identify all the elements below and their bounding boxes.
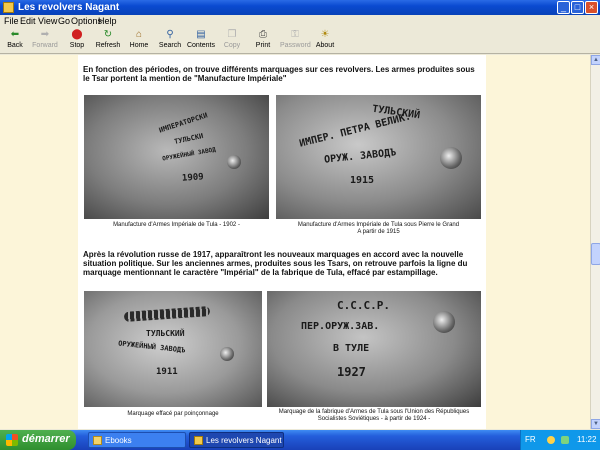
language-indicator[interactable]: FR xyxy=(525,430,536,450)
password-button[interactable]: ⚿ Password xyxy=(280,29,311,53)
password-icon: ⚿ xyxy=(291,29,299,40)
copy-button[interactable]: ❐ Copy xyxy=(217,29,247,53)
engraving-line: ОРУЖ. ЗАВОДЪ xyxy=(323,147,397,166)
photo-ussr-1927: С.С.С.Р. ПЕР.ОРУЖ.ЗАВ. В ТУЛЕ 1927 xyxy=(267,291,481,407)
photo-caption: Manufacture d'Armes Impériale de Tula - … xyxy=(113,222,240,228)
photo-caption: Marquage effacé par poinçonnage xyxy=(127,411,219,417)
search-button[interactable]: ⚲ Search xyxy=(155,29,185,53)
about-icon: ☀ xyxy=(320,29,330,40)
copy-icon: ❐ xyxy=(227,29,237,40)
photo-caption: Marquage de la fabrique d'Armes de Tula … xyxy=(278,409,470,422)
engraving-line: ТУЛЬСКИ xyxy=(173,132,205,146)
scroll-down-button[interactable]: ▼ xyxy=(591,419,600,429)
stop-button[interactable]: ⬤ Stop xyxy=(62,29,92,53)
maximize-button[interactable]: □ xyxy=(571,1,584,14)
menu-help[interactable]: Help xyxy=(98,16,117,27)
forward-button[interactable]: ➡ Forward xyxy=(30,29,60,53)
print-icon: ⎙ xyxy=(259,29,267,40)
taskbar-item-revolvers[interactable]: Les revolvers Nagant xyxy=(189,432,284,448)
stamped-out-line xyxy=(123,306,211,322)
photo-imperial-1915: ТУЛЬСКИЙ ИМПЕР. ПЕТРА ВЕЛИК. ОРУЖ. ЗАВОД… xyxy=(276,95,481,219)
menu-view[interactable]: View xyxy=(38,16,57,27)
back-button[interactable]: ⬅ Back xyxy=(0,29,30,53)
minimize-button[interactable]: _ xyxy=(557,1,570,14)
toolbar: ⬅ Back ➡ Forward ⬤ Stop ↻ Refresh ⌂ Home… xyxy=(0,28,600,54)
tray-app-icon[interactable] xyxy=(547,436,555,444)
menu-go[interactable]: Go xyxy=(58,16,70,27)
print-button[interactable]: ⎙ Print xyxy=(248,29,278,53)
engraving-line: С.С.С.Р. xyxy=(337,299,390,312)
back-arrow-icon: ⬅ xyxy=(10,29,20,40)
photo-erased-marking: ТУЛЬСКИЙ ОРУЖЕЙНЫЙ ЗАВОДЪ 1911 xyxy=(84,291,262,407)
volume-icon[interactable] xyxy=(561,436,569,444)
engraving-line: ОРУЖЕЙНЫЙ ЗАВОД xyxy=(161,146,217,163)
window-title: Les revolvers Nagant xyxy=(18,2,120,13)
start-button[interactable]: démarrer xyxy=(0,430,76,450)
scroll-up-button[interactable]: ▲ xyxy=(591,55,600,65)
home-icon: ⌂ xyxy=(135,29,143,40)
title-bar[interactable]: Les revolvers Nagant _ □ × xyxy=(0,0,600,15)
engraving-line: 1927 xyxy=(337,365,366,379)
forward-arrow-icon: ➡ xyxy=(40,29,50,40)
windows-logo-icon xyxy=(6,434,18,446)
content-viewport[interactable]: En fonction des périodes, on trouve diff… xyxy=(0,55,590,429)
taskbar-item-ebooks[interactable]: Ebooks xyxy=(88,432,186,448)
screw-head xyxy=(440,147,462,169)
vertical-scrollbar[interactable]: ▲ ▼ xyxy=(590,55,600,429)
engraving-line: 1909 xyxy=(181,172,205,184)
home-button[interactable]: ⌂ Home xyxy=(124,29,154,53)
search-icon: ⚲ xyxy=(166,29,174,40)
help-viewer-icon xyxy=(194,436,203,445)
engraving-line: В ТУЛЕ xyxy=(333,343,370,354)
engraving-line: ИМПЕР. ПЕТРА ВЕЛИК. xyxy=(298,111,413,150)
screw-head xyxy=(227,155,241,169)
close-button[interactable]: × xyxy=(585,1,598,14)
app-book-icon xyxy=(3,2,14,13)
taskbar: démarrer Ebooks Les revolvers Nagant FR … xyxy=(0,430,600,450)
revolution-paragraph: Après la révolution russe de 1917, appar… xyxy=(83,250,468,277)
menu-edit[interactable]: Edit xyxy=(20,16,36,27)
engraving-line: ТУЛЬСКИЙ xyxy=(146,329,185,338)
photo-caption: Manufacture d'Armes Impériale de Tula so… xyxy=(297,222,460,235)
refresh-button[interactable]: ↻ Refresh xyxy=(93,29,123,53)
refresh-icon: ↻ xyxy=(103,29,113,40)
menu-file[interactable]: File xyxy=(4,16,19,27)
photo-imperial-1902: ИМПЕРАТОРСКИ ТУЛЬСКИ ОРУЖЕЙНЫЙ ЗАВОД 190… xyxy=(84,95,269,219)
help-viewer-window: Les revolvers Nagant _ □ × File Edit Vie… xyxy=(0,0,600,430)
menu-bar: File Edit View Go Options Help xyxy=(0,15,600,28)
screw-head xyxy=(220,347,234,361)
about-button[interactable]: ☀ About xyxy=(310,29,340,53)
document-page: En fonction des périodes, on trouve diff… xyxy=(78,55,486,429)
engraving-line: 1915 xyxy=(350,175,375,186)
folder-icon xyxy=(93,436,102,445)
system-tray: FR 11:22 xyxy=(520,430,600,450)
intro-paragraph: En fonction des périodes, on trouve diff… xyxy=(83,65,475,83)
engraving-line: ОРУЖЕЙНЫЙ ЗАВОДЪ xyxy=(117,339,186,355)
clock: 11:22 xyxy=(577,435,597,444)
screw-head xyxy=(433,311,455,333)
contents-icon: ▤ xyxy=(196,29,206,40)
scroll-thumb[interactable] xyxy=(591,243,600,265)
engraving-line: 1911 xyxy=(156,367,178,377)
contents-button[interactable]: ▤ Contents xyxy=(186,29,216,53)
engraving-line: ПЕР.ОРУЖ.ЗАВ. xyxy=(301,321,380,332)
stop-icon: ⬤ xyxy=(71,29,83,40)
